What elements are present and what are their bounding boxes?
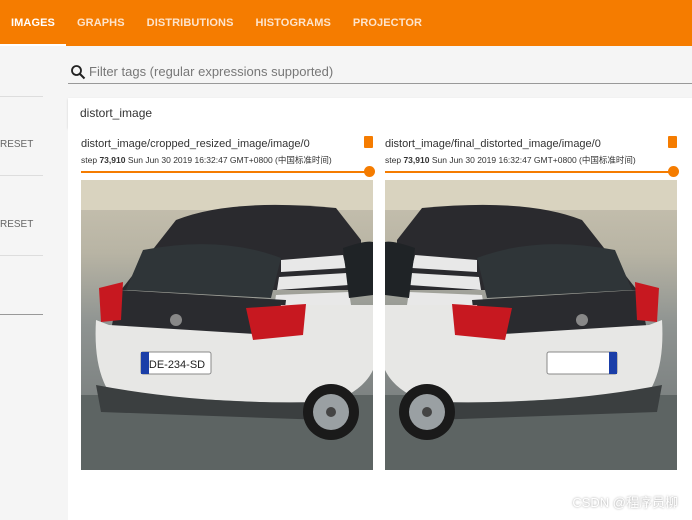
search-icon	[71, 64, 86, 79]
main-content: distort_image distort_image/cropped_resi…	[44, 46, 692, 520]
tab-images[interactable]: IMAGES	[0, 0, 66, 46]
step-slider-track[interactable]	[385, 171, 673, 173]
sidebar: RESET RESET	[0, 46, 44, 520]
tag-group-header[interactable]: distort_image	[68, 98, 692, 128]
image-preview	[385, 180, 677, 470]
tab-graphs[interactable]: GRAPHS	[66, 0, 136, 46]
watermark: CSDN @程序员柳	[572, 495, 678, 510]
step-slider-track[interactable]	[81, 171, 369, 173]
reset-button[interactable]: RESET	[0, 139, 33, 150]
sidebar-divider	[0, 314, 43, 315]
car-image: DE-234-SD	[81, 180, 373, 470]
sidebar-divider	[0, 96, 43, 97]
tab-projector[interactable]: PROJECTOR	[342, 0, 433, 46]
timestamp: Sun Jun 30 2019 16:32:47 GMT+0800 (中国标准时…	[127, 155, 332, 165]
car-image-flipped	[385, 180, 677, 470]
step-value: 73,910	[403, 155, 430, 165]
expand-icon[interactable]	[668, 136, 677, 148]
step-label: step	[81, 155, 98, 165]
step-value: 73,910	[99, 155, 126, 165]
tag-group-title: distort_image	[80, 106, 153, 120]
top-nav-bar: IMAGES GRAPHS DISTRIBUTIONS HISTOGRAMS P…	[0, 0, 692, 46]
tab-distributions[interactable]: DISTRIBUTIONS	[136, 0, 245, 46]
step-label: step	[385, 155, 402, 165]
sidebar-divider	[0, 175, 43, 176]
tab-histograms[interactable]: HISTOGRAMS	[245, 0, 342, 46]
step-slider-handle[interactable]	[668, 166, 679, 177]
reset-button[interactable]: RESET	[0, 219, 33, 230]
expand-icon[interactable]	[364, 136, 373, 148]
filter-bar	[68, 60, 692, 84]
image-card-title: distort_image/cropped_resized_image/imag…	[81, 138, 310, 150]
image-card-meta: step 73,910 Sun Jun 30 2019 16:32:47 GMT…	[385, 154, 636, 166]
license-plate-text: DE-234-SD	[149, 359, 205, 371]
step-slider-handle[interactable]	[364, 166, 375, 177]
sidebar-divider	[0, 255, 43, 256]
image-card-title: distort_image/final_distorted_image/imag…	[385, 138, 601, 150]
image-card-meta: step 73,910 Sun Jun 30 2019 16:32:47 GMT…	[81, 154, 332, 166]
tag-filter-input[interactable]	[89, 64, 589, 79]
images-pane: distort_image/cropped_resized_image/imag…	[68, 128, 692, 520]
image-preview: DE-234-SD	[81, 180, 373, 470]
timestamp: Sun Jun 30 2019 16:32:47 GMT+0800 (中国标准时…	[431, 155, 636, 165]
